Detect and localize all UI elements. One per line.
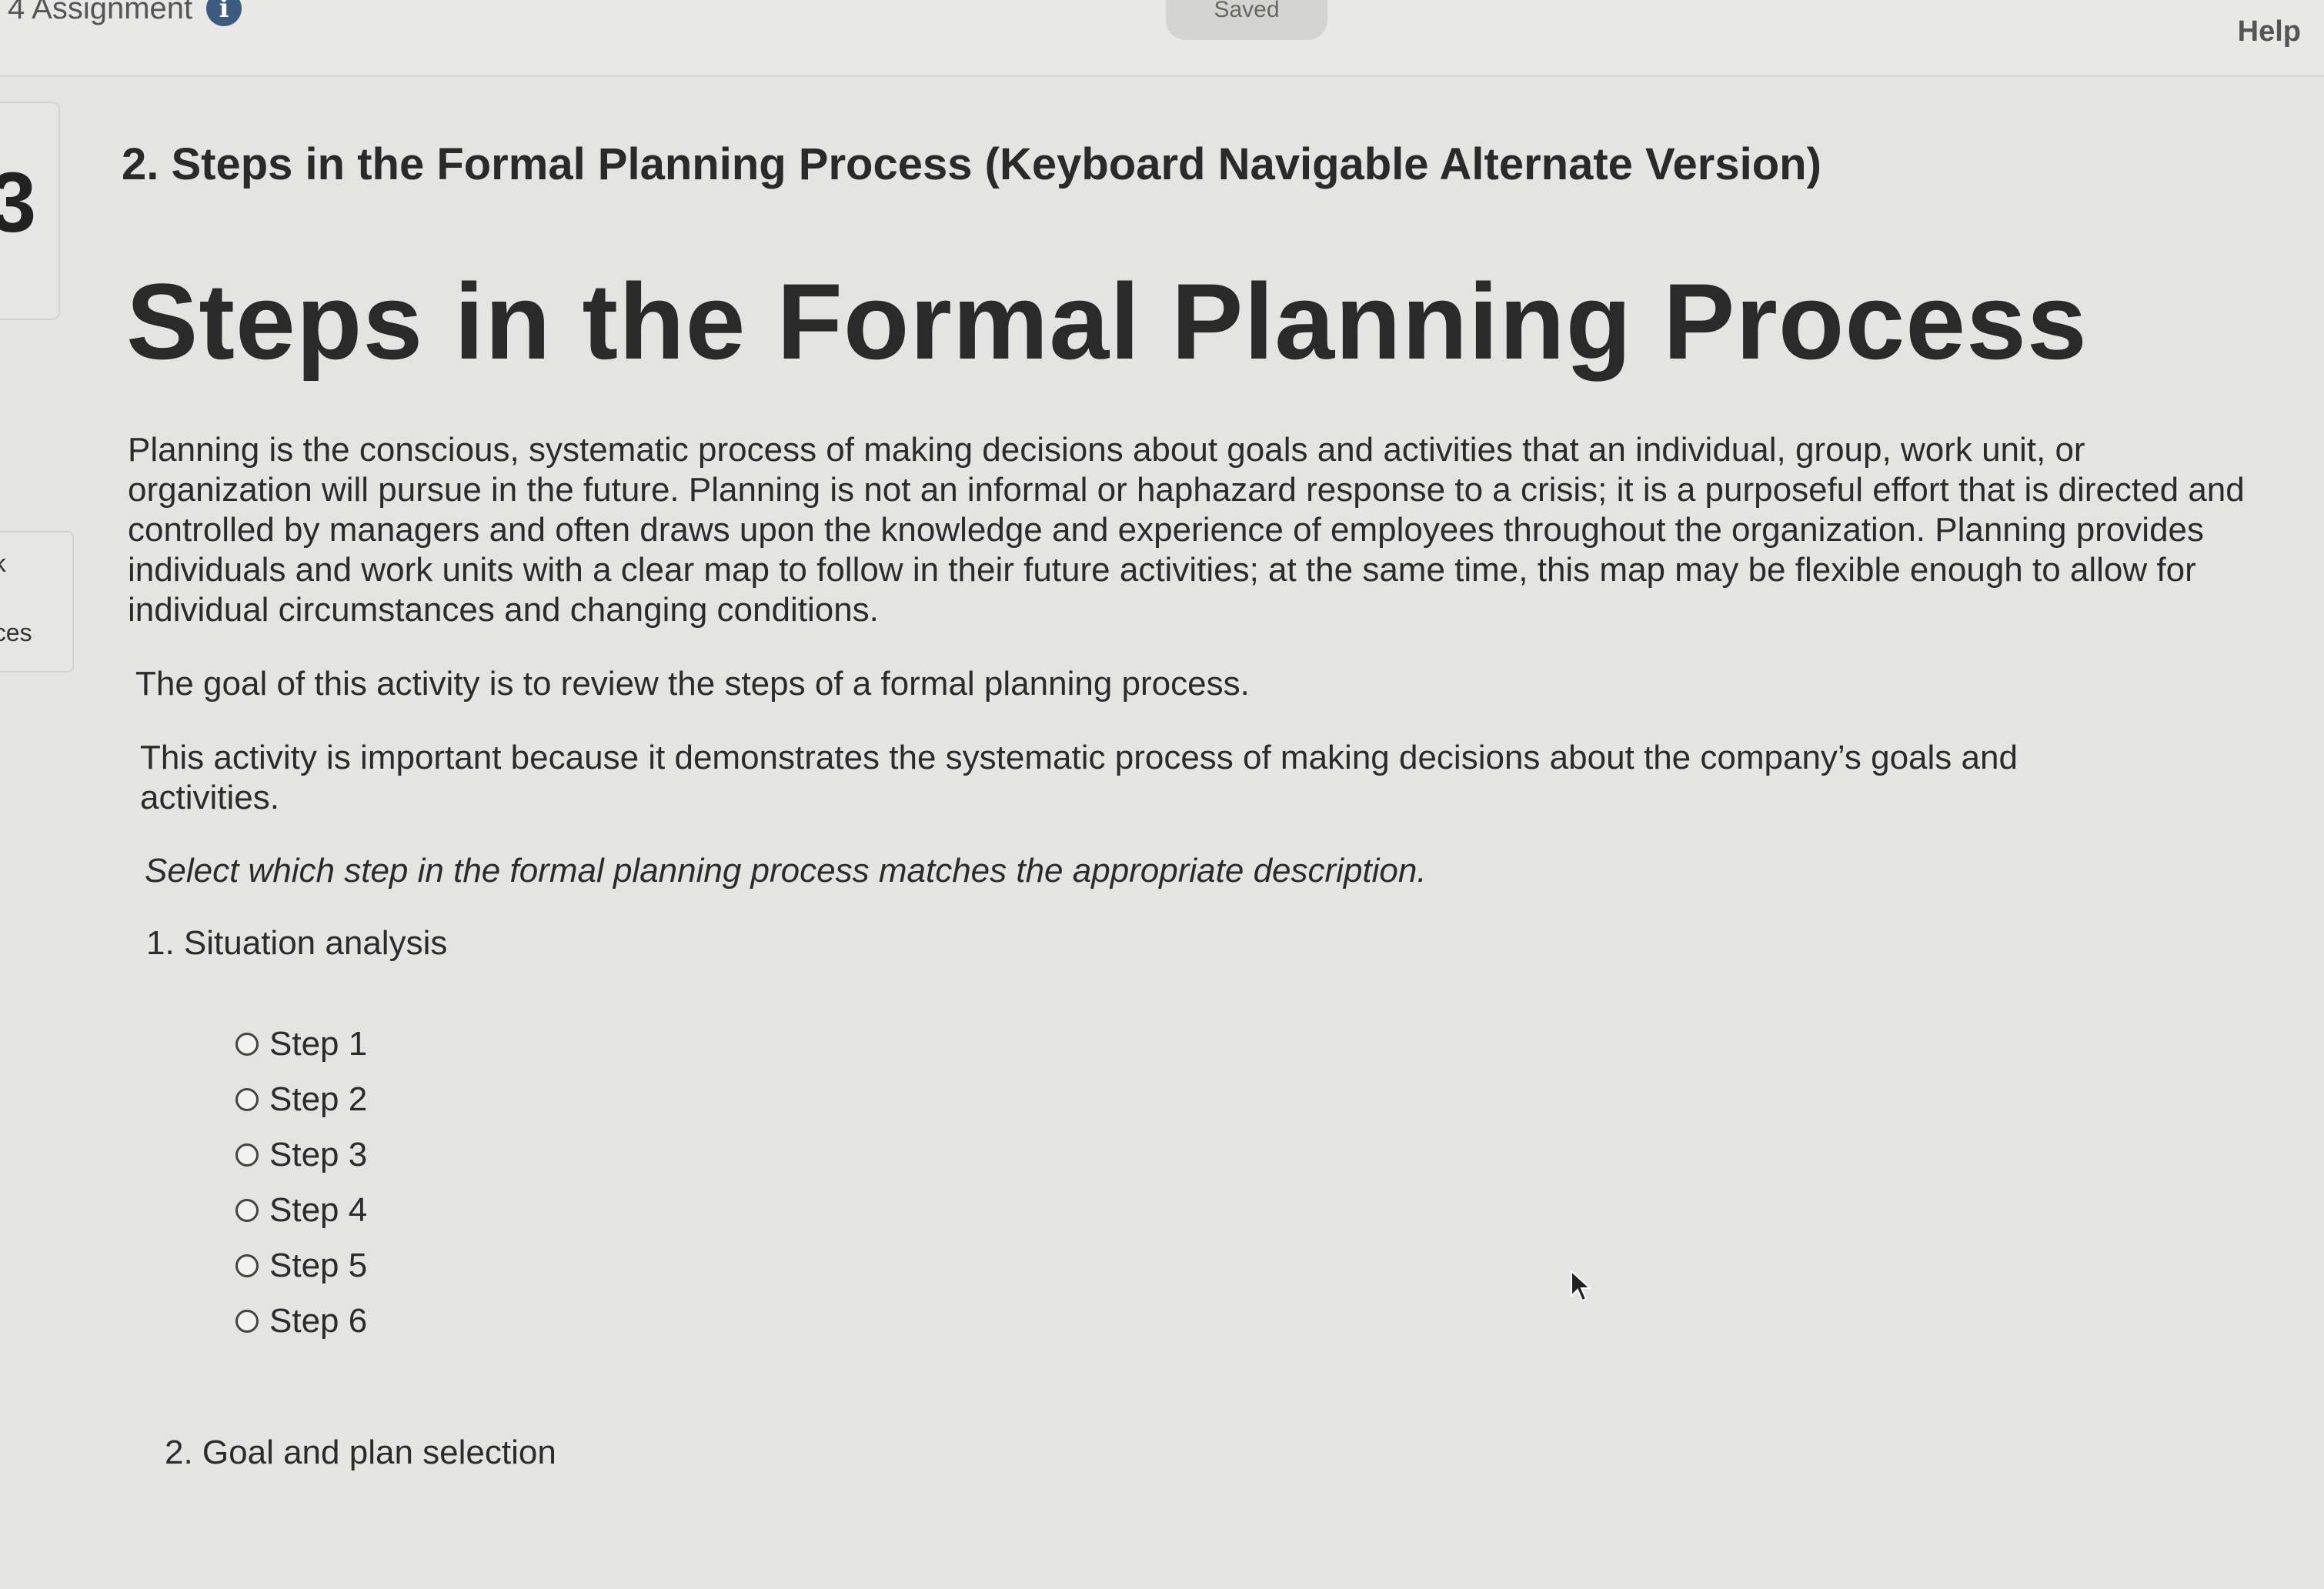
radio-option-step-5[interactable]: Step 5: [235, 1238, 2246, 1294]
sidebar-links-panel: ok nces: [0, 531, 74, 673]
goal-paragraph: The goal of this activity is to review t…: [135, 665, 1250, 703]
sidebar-link-references[interactable]: nces: [0, 619, 32, 647]
radio-button[interactable]: [235, 1310, 259, 1333]
importance-paragraph: This activity is important because it de…: [140, 739, 2018, 816]
sidebar-link-ebook[interactable]: ok: [0, 549, 6, 578]
mouse-cursor-icon: [1571, 1270, 1591, 1302]
info-icon[interactable]: i: [206, 0, 242, 26]
radio-option-label: Step 1: [269, 1025, 368, 1063]
item-2-label: 2. Goal and plan selection: [165, 1434, 556, 1471]
radio-option-label: Step 6: [269, 1302, 368, 1340]
radio-button[interactable]: [235, 1254, 259, 1277]
top-bar: 4 Assignment i Saved Help: [0, 0, 2324, 77]
radio-button[interactable]: [235, 1143, 259, 1167]
radio-option-label: Step 5: [269, 1247, 368, 1284]
radio-option-label: Step 3: [269, 1136, 368, 1173]
radio-option-label: Step 4: [269, 1191, 368, 1229]
radio-option-label: Step 2: [269, 1080, 368, 1118]
radio-button[interactable]: [235, 1088, 259, 1111]
assignment-title-text: 4 Assignment: [8, 0, 193, 25]
radio-button[interactable]: [235, 1199, 259, 1222]
intro-paragraph: Planning is the conscious, systematic pr…: [128, 431, 2245, 629]
instruction-text: Select which step in the formal planning…: [145, 852, 1427, 890]
radio-option-step-1[interactable]: Step 1: [235, 1016, 2246, 1072]
radio-option-step-2[interactable]: Step 2: [235, 1072, 2246, 1127]
sidebar-question-number: 3: [0, 155, 37, 250]
question-heading: 2. Steps in the Formal Planning Process …: [122, 139, 1821, 189]
activity-title: Steps in the Formal Planning Process: [126, 261, 2088, 382]
item-1-label: 1. Situation analysis: [146, 924, 448, 962]
question-content: 2. Steps in the Formal Planning Process …: [122, 139, 2246, 1526]
radio-option-step-6[interactable]: Step 6: [235, 1294, 2246, 1349]
assignment-title: 4 Assignment i: [8, 0, 242, 26]
help-link[interactable]: Help: [2238, 15, 2301, 48]
radio-button[interactable]: [235, 1033, 259, 1056]
item-1-radio-group: Step 1 Step 2 Step 3 Step 4 Step 5 Step …: [235, 1016, 2246, 1349]
radio-option-step-4[interactable]: Step 4: [235, 1183, 2246, 1238]
save-status-badge: Saved: [1166, 0, 1327, 40]
radio-option-step-3[interactable]: Step 3: [235, 1127, 2246, 1183]
